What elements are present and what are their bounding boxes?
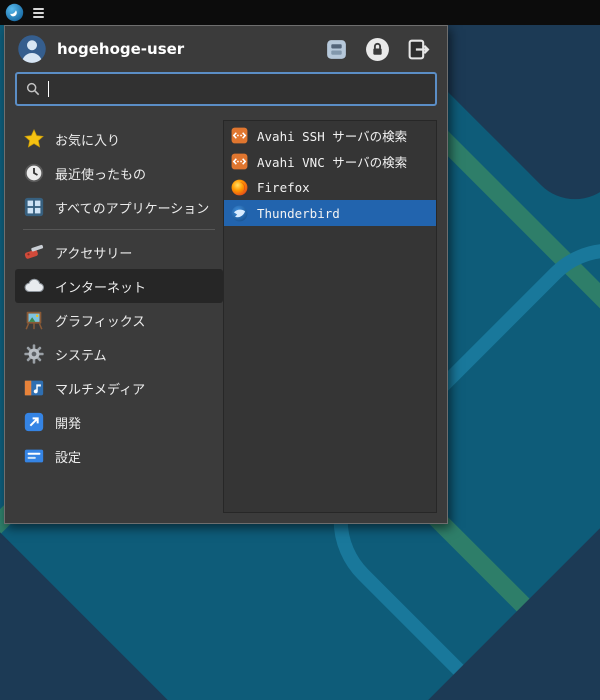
category-recently-used[interactable]: 最近使ったもの [15,156,223,190]
app-label: Firefox [257,180,310,195]
development-icon [23,411,45,433]
category-label: インターネット [55,277,146,296]
category-multimedia[interactable]: マルチメディア [15,371,223,405]
category-internet[interactable]: インターネット [15,269,223,303]
app-label: Avahi SSH サーバの検索 [257,126,407,145]
category-label: グラフィックス [55,311,145,330]
hamburger-icon[interactable] [31,6,46,20]
category-label: 最近使ったもの [55,164,146,183]
category-label: 設定 [55,447,81,466]
category-label: システム [55,345,107,364]
category-favorites[interactable]: お気に入り [15,122,223,156]
all-apps-grid-icon [23,196,45,218]
application-list: Avahi SSH サーバの検索 Avahi VNC サーバの検索 Firefo… [223,120,437,513]
graphics-icon [23,309,45,331]
category-list: お気に入り 最近使ったもの すべてのアプリケーション アクセサリー [15,120,223,513]
settings-icon [23,445,45,467]
internet-cloud-icon [23,275,45,297]
menu-body: お気に入り 最近使ったもの すべてのアプリケーション アクセサリー [5,114,447,523]
category-label: お気に入り [55,130,120,149]
whisker-menu: hogehoge-user [4,25,448,524]
search-input[interactable] [15,72,437,106]
category-graphics[interactable]: グラフィックス [15,303,223,337]
accessories-icon [23,241,45,263]
app-label: Avahi VNC サーバの検索 [257,152,407,171]
logout-icon [406,37,431,62]
username: hogehoge-user [57,40,184,58]
settings-manager-icon [324,37,349,62]
lock-screen-button[interactable] [365,37,390,62]
user-box: hogehoge-user [17,34,184,64]
app-item-firefox[interactable]: Firefox [224,174,436,200]
category-label: マルチメディア [55,379,145,398]
multimedia-icon [23,377,45,399]
whisker-menu-button[interactable] [5,3,24,22]
app-item-thunderbird[interactable]: Thunderbird [224,200,436,226]
category-label: すべてのアプリケーション [55,198,209,217]
clock-icon [23,162,45,184]
category-settings[interactable]: 設定 [15,439,223,473]
category-accessories[interactable]: アクセサリー [15,235,223,269]
whisker-menu-logo-icon [5,3,24,22]
log-out-button[interactable] [406,37,431,62]
firefox-icon [230,178,249,197]
category-label: 開発 [55,413,81,432]
menu-header: hogehoge-user [5,26,447,70]
thunderbird-icon [230,204,249,223]
category-separator [23,229,215,230]
top-panel [0,0,600,25]
category-label: アクセサリー [55,243,132,262]
app-item-avahi-vnc[interactable]: Avahi VNC サーバの検索 [224,148,436,174]
category-all-applications[interactable]: すべてのアプリケーション [15,190,223,224]
search-icon [25,81,41,97]
avahi-icon [230,126,249,145]
user-avatar-icon [17,34,47,64]
app-label: Thunderbird [257,206,340,221]
star-icon [23,128,45,150]
avahi-icon [230,152,249,171]
category-system[interactable]: システム [15,337,223,371]
category-development[interactable]: 開発 [15,405,223,439]
app-item-avahi-ssh[interactable]: Avahi SSH サーバの検索 [224,122,436,148]
header-actions [324,37,435,62]
lock-icon [365,37,390,62]
settings-manager-button[interactable] [324,37,349,62]
system-gear-icon [23,343,45,365]
text-caret [48,81,49,97]
